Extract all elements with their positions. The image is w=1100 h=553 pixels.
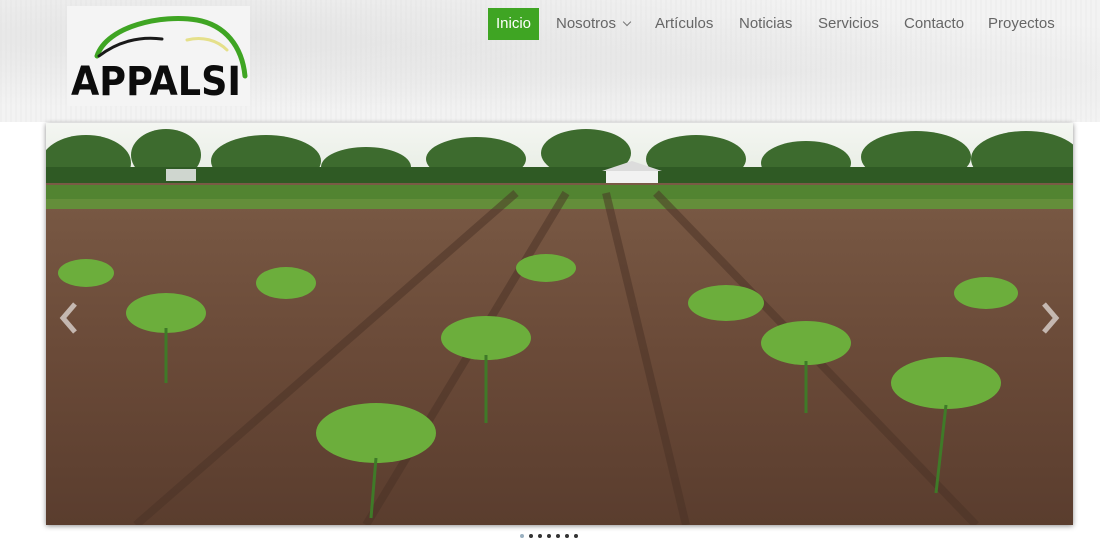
slider-dot[interactable] bbox=[538, 534, 542, 538]
nav-label: Nosotros bbox=[556, 15, 617, 32]
nav-label: Inicio bbox=[496, 15, 532, 32]
hero-slider[interactable] bbox=[46, 123, 1073, 525]
nav-item-noticias[interactable]: Noticias bbox=[739, 8, 792, 40]
chevron-right-icon bbox=[1042, 302, 1060, 334]
nav-label: Noticias bbox=[739, 15, 793, 32]
nav-label: Servicios bbox=[818, 15, 879, 32]
chevron-down-icon bbox=[622, 17, 632, 27]
slider-prev-button[interactable] bbox=[55, 300, 83, 336]
slider-pagination bbox=[520, 534, 578, 540]
slider-dot[interactable] bbox=[565, 534, 569, 538]
slider-next-button[interactable] bbox=[1036, 300, 1064, 336]
slider-dot[interactable] bbox=[547, 534, 551, 538]
slider-dot[interactable] bbox=[520, 534, 524, 538]
nav-item-proyectos[interactable]: Proyectos bbox=[988, 8, 1055, 40]
cassava-field-photo bbox=[46, 123, 1073, 525]
slider-dot[interactable] bbox=[574, 534, 578, 538]
nav-item-servicios[interactable]: Servicios bbox=[818, 8, 879, 40]
nav-item-nosotros[interactable]: Nosotros bbox=[556, 8, 632, 40]
nav-item-inicio[interactable]: Inicio bbox=[488, 8, 540, 40]
nav-label: Proyectos bbox=[988, 15, 1055, 32]
logo-text: APPALSI bbox=[71, 59, 241, 105]
main-nav: Inicio Nosotros Artículos Noticias Servi… bbox=[0, 8, 1100, 40]
nav-item-articulos[interactable]: Artículos bbox=[655, 8, 713, 40]
chevron-left-icon bbox=[59, 302, 77, 334]
slider-dot[interactable] bbox=[529, 534, 533, 538]
slider-dot[interactable] bbox=[556, 534, 560, 538]
nav-label: Artículos bbox=[655, 15, 714, 32]
nav-label: Contacto bbox=[904, 15, 965, 32]
nav-item-contacto[interactable]: Contacto bbox=[904, 8, 964, 40]
